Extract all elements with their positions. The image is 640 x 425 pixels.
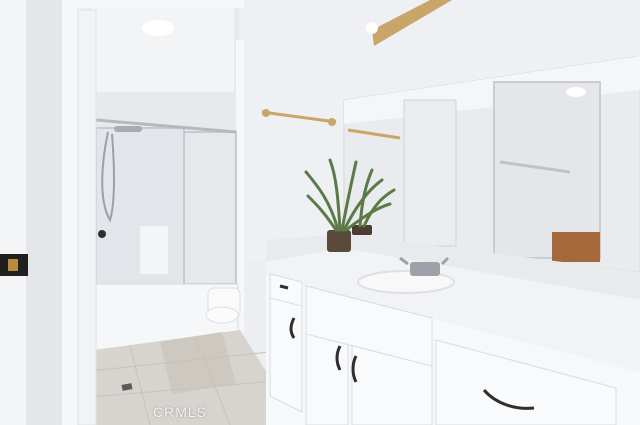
doorway-frame-top	[80, 0, 244, 8]
mirror-doorway	[403, 99, 457, 247]
left-door-edge	[0, 0, 26, 425]
shower-head	[114, 126, 142, 132]
plant-pot-2	[352, 225, 372, 235]
door-knob	[98, 230, 106, 238]
door-frame-left	[62, 0, 80, 425]
mirror-light	[566, 87, 586, 97]
bathroom-photo: CRMLS	[0, 0, 640, 425]
mirror-dresser	[552, 232, 600, 262]
watermark: CRMLS	[153, 404, 208, 420]
inner-ceiling	[92, 0, 234, 92]
bathroom-scene	[0, 0, 640, 425]
open-door	[77, 9, 97, 425]
left-wall-strip	[26, 0, 62, 425]
plant-pot	[327, 230, 351, 252]
ceiling-light	[142, 20, 174, 36]
cabinet-door-1	[269, 295, 303, 413]
door-hinge-plate	[8, 259, 18, 271]
toilet-bowl	[205, 306, 239, 324]
vanity-bulb	[366, 22, 378, 34]
towel	[140, 226, 168, 274]
towel-bar-bracket-right	[328, 118, 336, 126]
towel-bar-bracket-left	[262, 109, 270, 117]
faucet	[410, 262, 440, 276]
shower-glass-right	[183, 131, 237, 285]
